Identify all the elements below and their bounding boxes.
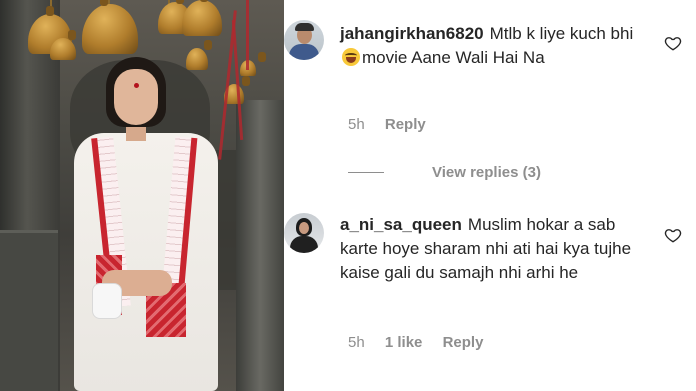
comment-body-cont: movie Aane Wali Hai Na xyxy=(362,48,545,67)
username[interactable]: jahangirkhan6820 xyxy=(340,24,484,43)
avatar[interactable] xyxy=(284,20,324,60)
comment-text: jahangirkhan6820 Mtlb k liye kuch bhi mov… xyxy=(340,22,654,70)
comment-body: Mtlb k liye kuch bhi xyxy=(489,24,634,43)
person xyxy=(66,55,226,391)
like-count[interactable]: 1 like xyxy=(385,334,423,351)
temple-bell xyxy=(182,0,222,36)
comment-meta: 5h Reply xyxy=(348,116,442,133)
view-replies-button[interactable]: View replies (3) xyxy=(348,162,541,182)
stone-pillar-right xyxy=(236,100,284,391)
face-with-tears-of-joy-icon xyxy=(342,48,360,66)
timestamp: 5h xyxy=(348,116,365,133)
post-photo xyxy=(0,0,284,391)
divider-line xyxy=(348,171,384,173)
comment-meta: 5h 1 like Reply xyxy=(348,334,499,351)
timestamp: 5h xyxy=(348,334,365,351)
face-mask xyxy=(92,283,122,319)
heart-icon[interactable] xyxy=(664,226,682,244)
avatar[interactable] xyxy=(284,213,324,253)
comment-text: a_ni_sa_queen Muslim hokar a sab karte ho… xyxy=(340,213,654,285)
temple-bell xyxy=(82,0,138,54)
heart-icon[interactable] xyxy=(664,34,682,52)
reply-button[interactable]: Reply xyxy=(385,116,426,133)
view-replies-label: View replies (3) xyxy=(432,163,541,181)
sacred-thread xyxy=(246,0,249,70)
reply-button[interactable]: Reply xyxy=(443,334,484,351)
username[interactable]: a_ni_sa_queen xyxy=(340,215,462,234)
comments-panel: jahangirkhan6820 Mtlb k liye kuch bhi mov… xyxy=(284,0,696,391)
